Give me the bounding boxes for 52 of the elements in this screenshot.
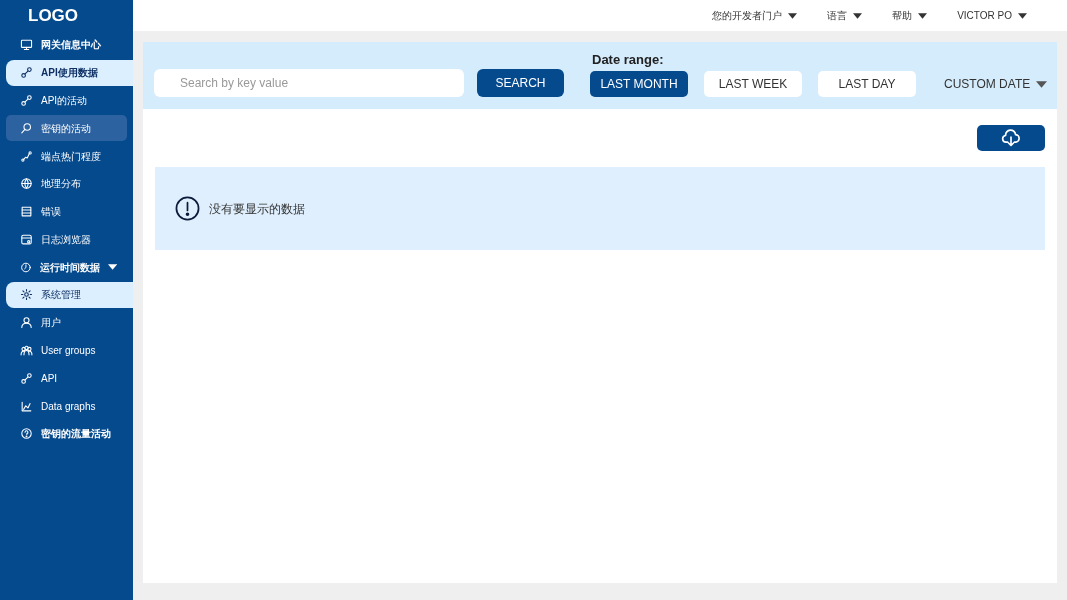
- sidebar-item[interactable]: API的活动: [6, 87, 133, 114]
- caret-down-icon: [853, 12, 863, 19]
- date-range-tab[interactable]: LAST DAY: [818, 71, 916, 97]
- globe-icon: [20, 177, 33, 191]
- sidebar-item[interactable]: API: [6, 365, 133, 392]
- list-icon: [20, 205, 33, 219]
- sidebar-item[interactable]: 密钥的流量活动: [6, 420, 133, 447]
- sidebar-item[interactable]: 网关信息中心: [6, 31, 133, 58]
- question-circle-icon: [20, 427, 33, 441]
- sidebar-item[interactable]: 错误: [6, 198, 133, 225]
- browser-icon: [20, 232, 33, 246]
- empty-message: 没有要显示的数据: [209, 200, 305, 218]
- link-icon: [20, 66, 33, 80]
- menu-dropdown[interactable]: 帮助: [892, 8, 928, 23]
- date-range-label: Date range:: [592, 51, 664, 69]
- menu-dropdown[interactable]: 语言: [827, 8, 863, 23]
- search-icon: [20, 121, 33, 135]
- search-field[interactable]: Search by key value: [154, 69, 464, 97]
- caret-down-icon: [1036, 80, 1048, 88]
- sidebar-item[interactable]: 地理分布: [6, 170, 133, 197]
- logo: LOGO: [28, 4, 79, 27]
- caret-down-icon: [1018, 12, 1027, 19]
- caret-down-icon: [918, 12, 928, 19]
- link-icon: [20, 371, 33, 385]
- sidebar-item[interactable]: API使用数据: [6, 59, 133, 86]
- sidebar-item[interactable]: 端点热门程度: [6, 143, 133, 169]
- exclamation-circle-icon: [175, 196, 200, 221]
- date-range-tab[interactable]: LAST WEEK: [704, 71, 802, 97]
- sidebar-item[interactable]: 日志浏览器: [6, 226, 133, 253]
- date-range-tab[interactable]: LAST MONTH: [590, 71, 688, 97]
- cloud-download-icon: [1001, 128, 1021, 148]
- sidebar-item[interactable]: 运行时间数据: [6, 254, 133, 281]
- sidebar-item[interactable]: User groups: [6, 337, 133, 364]
- chart-icon: [20, 399, 33, 413]
- menu-dropdown[interactable]: VICTOR PO: [957, 8, 1027, 23]
- sidebar-item[interactable]: 用户: [6, 309, 133, 336]
- monitor-icon: [20, 38, 33, 52]
- caret-down-icon: [788, 12, 798, 19]
- search-button[interactable]: SEARCH: [477, 69, 564, 97]
- link-icon: [20, 93, 33, 107]
- gear-icon: [20, 288, 33, 302]
- custom-date-dropdown[interactable]: CUSTOM DATE: [944, 71, 1048, 97]
- sidebar-item[interactable]: 密钥的活动: [6, 115, 127, 142]
- sidebar-item[interactable]: Data graphs: [6, 393, 133, 420]
- user-icon: [20, 316, 33, 330]
- users-icon: [20, 344, 33, 357]
- download-button[interactable]: [977, 125, 1045, 151]
- nodes-icon: [20, 149, 33, 163]
- sidebar-item[interactable]: 系统管理: [6, 281, 133, 308]
- menu-dropdown[interactable]: 您的开发者门户: [712, 8, 798, 23]
- clock-icon: [20, 260, 32, 274]
- caret-down-icon: [107, 264, 117, 271]
